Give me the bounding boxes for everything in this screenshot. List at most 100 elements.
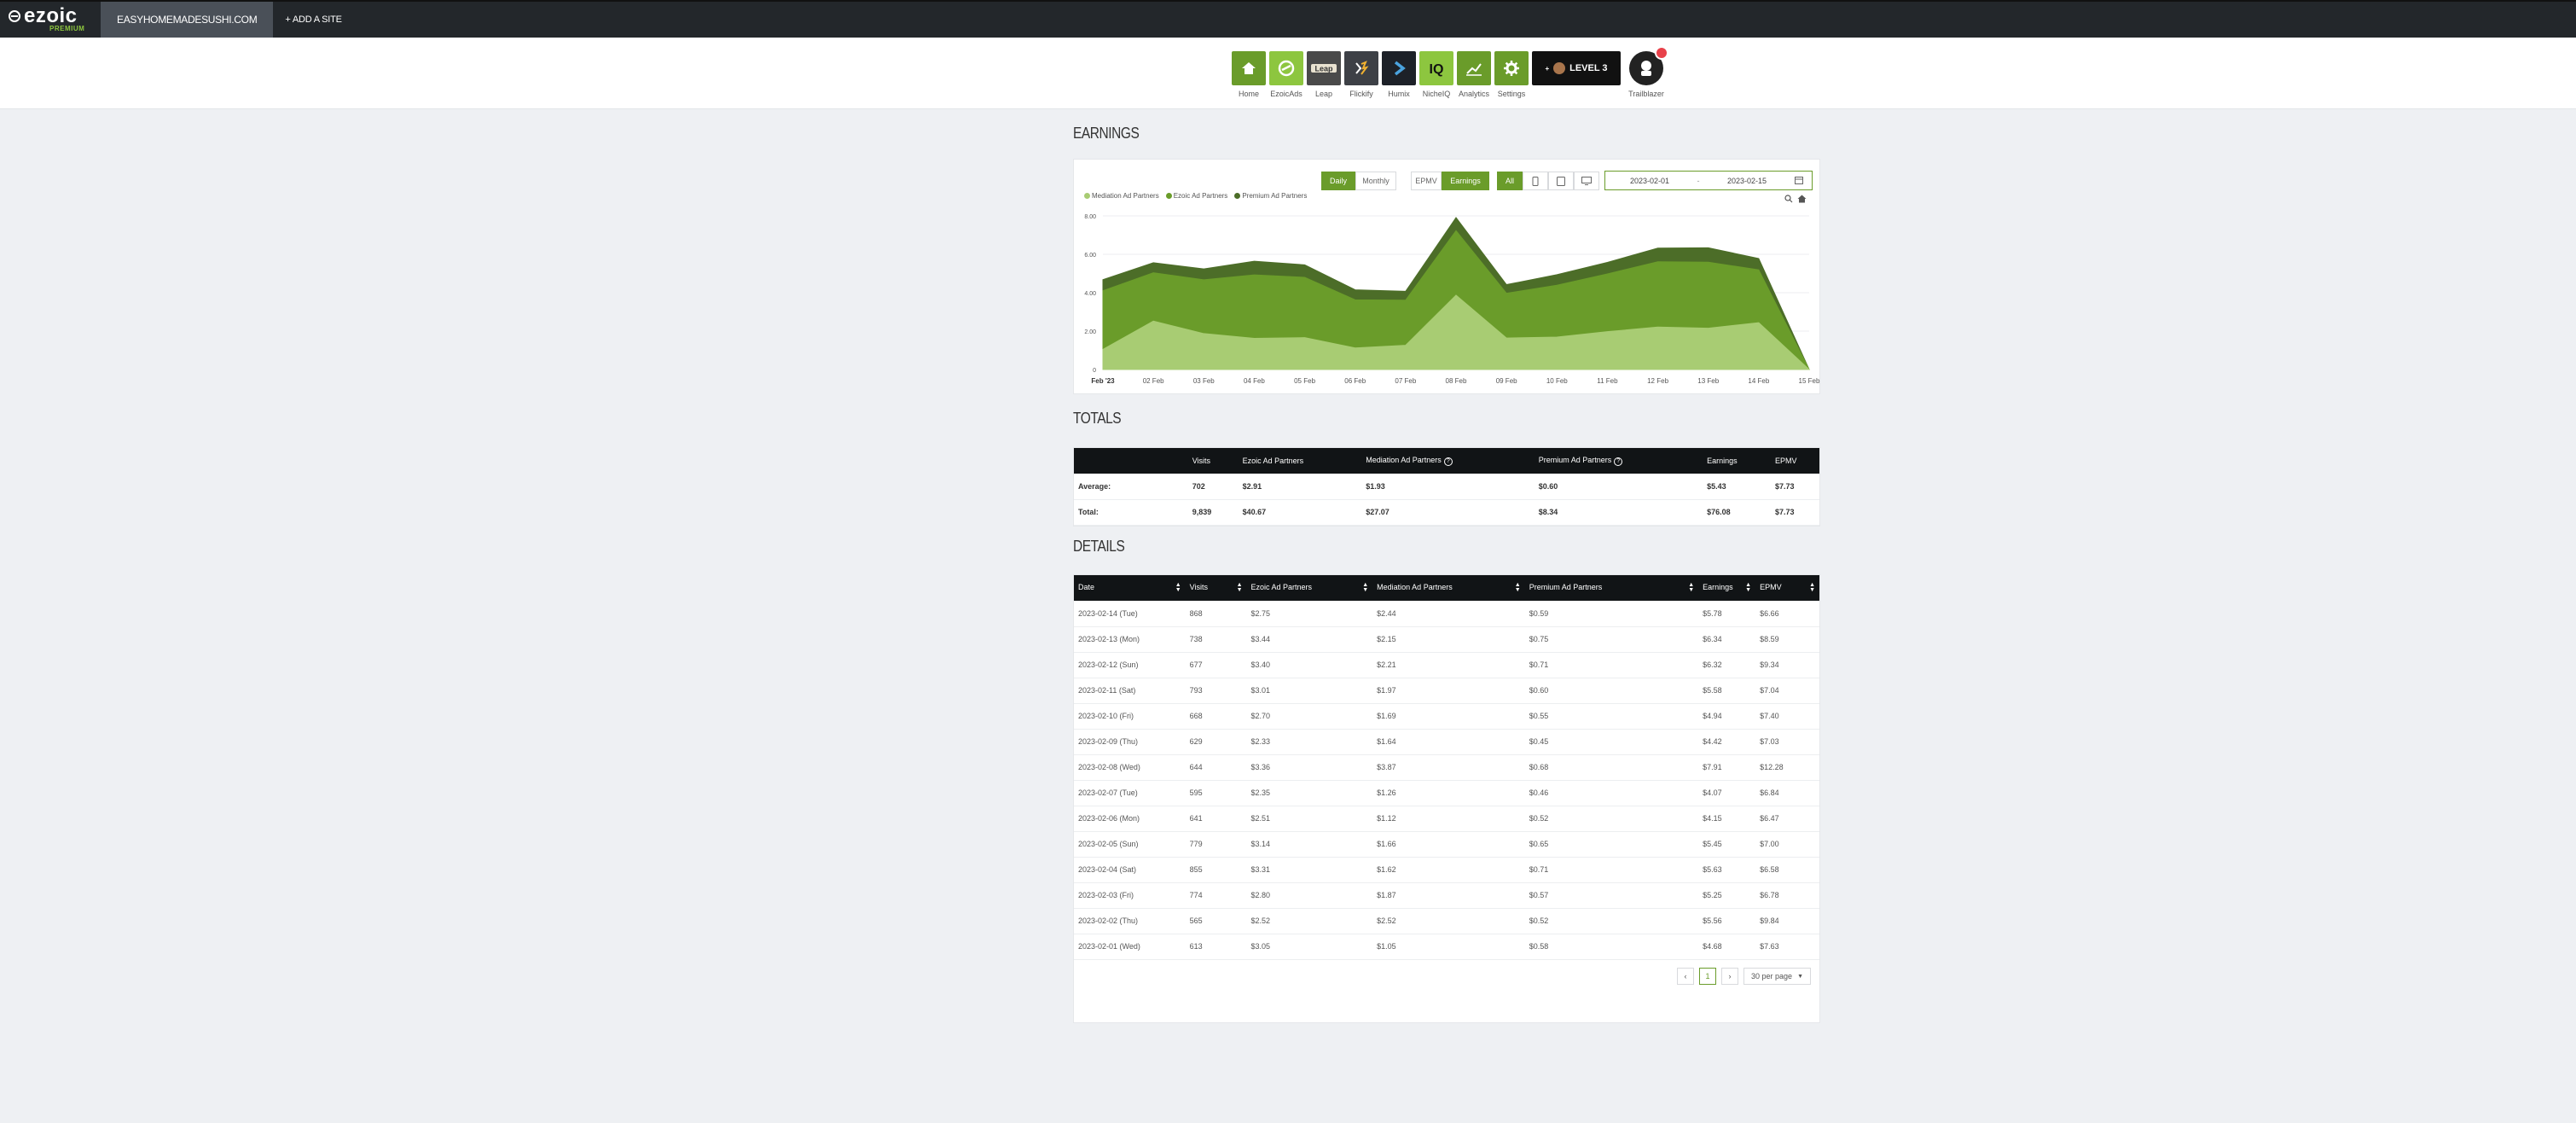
calendar-icon[interactable] (1795, 176, 1803, 186)
prev-page-button[interactable]: ‹ (1677, 968, 1695, 985)
table-cell: $5.56 (1698, 908, 1756, 934)
ezoic-logo[interactable]: ezoic PREMIUM (0, 2, 101, 38)
earnings-button[interactable]: Earnings (1442, 172, 1489, 190)
site-tab[interactable]: EASYHOMEMADESUSHI.COM (101, 2, 274, 38)
table-cell: $2.44 (1372, 601, 1525, 627)
app-flickify[interactable]: Flickify (1344, 51, 1378, 98)
totals-table: Visits Ezoic Ad Partners Mediation Ad Pa… (1073, 447, 1820, 527)
table-cell: 2023-02-07 (Tue) (1074, 780, 1186, 806)
header-label: Visits (1189, 583, 1208, 591)
sortable-header[interactable]: Premium Ad Partners ▲ ▼ (1525, 575, 1698, 601)
table-cell: $0.60 (1524, 678, 1699, 704)
table-cell: $0.58 (1524, 934, 1699, 960)
table-cell: 2023-02-05 (Sun) (1074, 831, 1186, 858)
table-cell: $2.35 (1246, 780, 1373, 806)
table-cell: 565 (1185, 908, 1247, 934)
sort-icon[interactable]: ▲ ▼ (1745, 582, 1751, 593)
monthly-button[interactable]: Monthly (1355, 172, 1396, 190)
table-cell: $7.91 (1698, 754, 1756, 781)
x-tick-label: 06 Feb (1344, 377, 1366, 385)
plus-icon: + (1545, 64, 1550, 73)
table-cell: 702 (1187, 474, 1239, 500)
header-label: Ezoic Ad Partners (1250, 583, 1313, 591)
desktop-icon[interactable] (1574, 172, 1599, 190)
mobile-icon[interactable] (1523, 172, 1548, 190)
legend-premium[interactable]: Premium Ad Partners (1234, 192, 1307, 200)
totals-header: Premium Ad Partners? (1535, 448, 1703, 474)
sortable-header[interactable]: Mediation Ad Partners ▲ ▼ (1372, 575, 1525, 601)
help-icon[interactable]: ? (1443, 457, 1453, 466)
legend-mediation[interactable]: Mediation Ad Partners (1084, 192, 1159, 200)
table-cell: $2.51 (1246, 806, 1373, 832)
x-tick-label: 14 Feb (1748, 377, 1769, 385)
x-tick-label: Feb '23 (1091, 377, 1115, 385)
sortable-header[interactable]: Visits ▲ ▼ (1186, 575, 1247, 601)
legend-swatch (1084, 193, 1090, 199)
table-cell: $6.84 (1755, 780, 1819, 806)
epmv-button[interactable]: EPMV (1411, 172, 1442, 190)
page-1-button[interactable]: 1 (1699, 968, 1717, 985)
chevron-down-icon: ▼ (1797, 973, 1803, 980)
app-humix[interactable]: Humix (1382, 51, 1416, 98)
sortable-header[interactable]: Earnings ▲ ▼ (1698, 575, 1755, 601)
table-cell: Average: (1074, 474, 1188, 500)
table-cell: $0.71 (1524, 857, 1699, 883)
table-cell: 2023-02-09 (Thu) (1074, 729, 1186, 755)
sort-icon[interactable]: ▲ ▼ (1688, 582, 1694, 593)
table-cell: $6.66 (1755, 601, 1819, 627)
sortable-header[interactable]: EPMV ▲ ▼ (1755, 575, 1819, 601)
trailblazer-icon (1629, 46, 1668, 85)
table-cell: $1.62 (1372, 857, 1525, 883)
all-devices-button[interactable]: All (1497, 172, 1523, 190)
table-cell: $0.55 (1524, 703, 1699, 730)
sort-icon[interactable]: ▲ ▼ (1175, 582, 1181, 593)
date-to[interactable]: 2023-02-15 (1703, 177, 1791, 185)
pagination: ‹ 1 › 30 per page ▼ (1677, 968, 1811, 985)
sortable-header[interactable]: Date ▲ ▼ (1074, 575, 1186, 601)
table-cell: 2023-02-08 (Wed) (1074, 754, 1186, 781)
x-tick-label: 03 Feb (1193, 377, 1215, 385)
sort-icon[interactable]: ▲ ▼ (1362, 582, 1368, 593)
app-label: EzoicAds (1270, 90, 1303, 98)
sort-icon[interactable]: ▲ ▼ (1515, 582, 1521, 593)
date-range-picker[interactable]: 2023-02-01 - 2023-02-15 (1604, 171, 1813, 190)
legend-ezoic[interactable]: Ezoic Ad Partners (1165, 192, 1227, 200)
totals-header: Earnings (1707, 457, 1738, 465)
x-tick-label: 04 Feb (1244, 377, 1265, 385)
totals-header: Ezoic Ad Partners (1242, 457, 1304, 465)
help-icon[interactable]: ? (1614, 457, 1623, 466)
add-site-link[interactable]: + ADD A SITE (273, 2, 353, 38)
svg-text:IQ: IQ (1430, 62, 1444, 77)
header-label: Earnings (1703, 583, 1733, 591)
app-leap[interactable]: Leap Leap (1307, 51, 1341, 98)
app-label: Trailblazer (1628, 90, 1664, 98)
details-title: DETAILS (1073, 538, 1125, 555)
app-label: Flickify (1349, 90, 1373, 98)
app-trailblazer[interactable]: Trailblazer (1627, 46, 1668, 98)
next-page-button[interactable]: › (1721, 968, 1739, 985)
daily-button[interactable]: Daily (1321, 172, 1355, 190)
ezoic-logo-icon (9, 10, 20, 22)
date-from[interactable]: 2023-02-01 (1605, 177, 1694, 185)
sortable-header[interactable]: Ezoic Ad Partners ▲ ▼ (1247, 575, 1373, 601)
per-page-select[interactable]: 30 per page ▼ (1743, 968, 1811, 985)
totals-header: Visits (1192, 457, 1211, 465)
humix-icon (1382, 51, 1416, 85)
totals-row: Total: 9,839 $40.67 $27.07 $8.34 $76.08 $7.73 (1074, 499, 1819, 526)
table-cell: $0.65 (1524, 831, 1699, 858)
sort-icon[interactable]: ▲ ▼ (1809, 582, 1815, 593)
app-analytics[interactable]: Analytics (1457, 51, 1491, 98)
x-tick-label: 12 Feb (1647, 377, 1668, 385)
table-row: 2023-02-04 (Sat) 855 $3.31 $1.62 $0.71 $5.63 $… (1074, 857, 1819, 883)
table-cell: 2023-02-12 (Sun) (1074, 652, 1186, 678)
app-home[interactable]: Home (1232, 51, 1266, 98)
app-ezoicads[interactable]: EzoicAds (1269, 51, 1303, 98)
app-settings[interactable]: Settings (1494, 51, 1529, 98)
tablet-icon[interactable] (1548, 172, 1574, 190)
sort-icon[interactable]: ▲ ▼ (1237, 582, 1243, 593)
table-cell: 2023-02-10 (Fri) (1074, 703, 1186, 730)
details-header-row: Date ▲ ▼ Visits ▲ ▼ Ezoic Ad Partners ▲ ▼ Medi… (1074, 575, 1819, 601)
level-badge[interactable]: + LEVEL 3 (1532, 51, 1621, 98)
table-cell: 2023-02-14 (Tue) (1074, 601, 1186, 627)
app-nicheiq[interactable]: IQ NicheIQ (1419, 51, 1453, 98)
